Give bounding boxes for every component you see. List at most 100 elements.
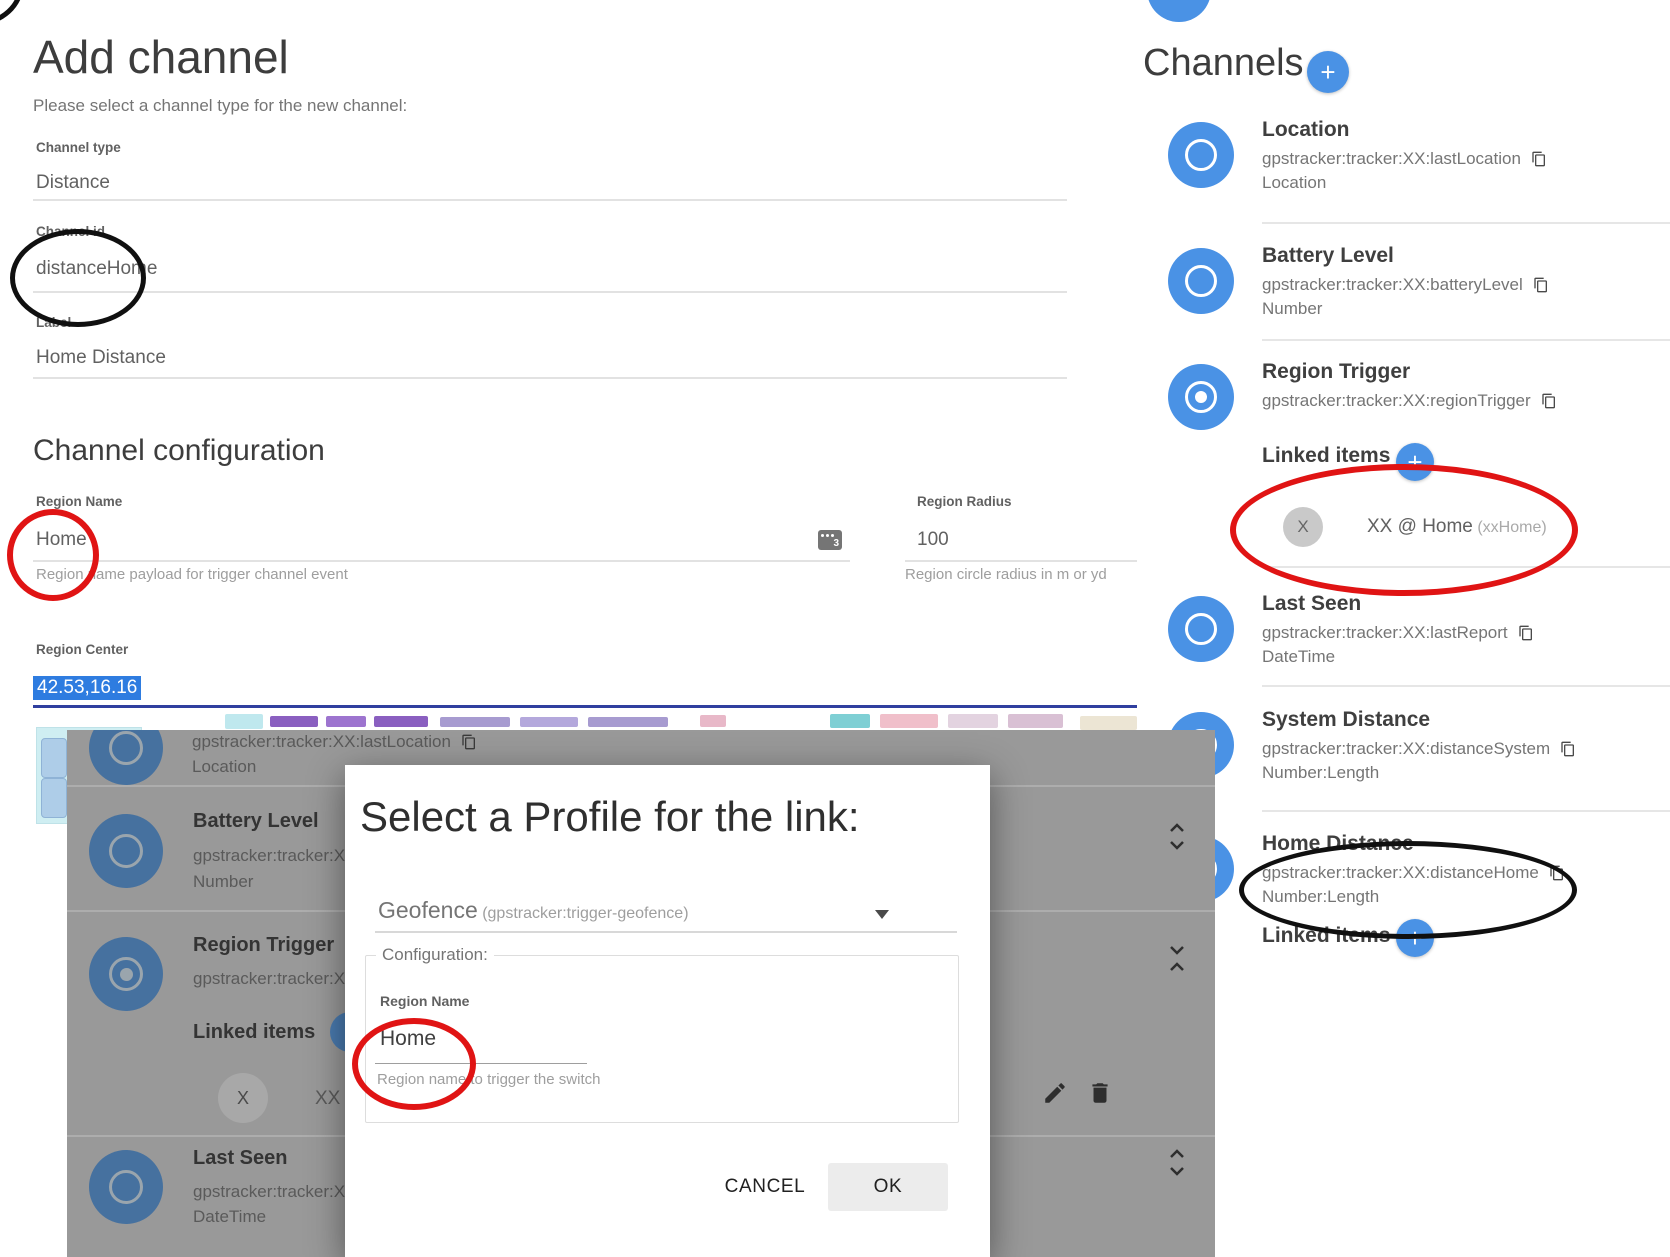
collapse-chevrons-icon [1168, 944, 1186, 976]
dialog-region-name-label: Region Name [380, 993, 469, 1009]
region-center-label: Region Center [36, 642, 128, 657]
channel-state-icon [89, 814, 163, 888]
channel-uid: gpstracker:tracker:XX:regionTrigger [1262, 391, 1531, 411]
linked-item-avatar[interactable]: X [1283, 507, 1323, 547]
channel-uid: gpstracker:tracker:XX:batteryLevel [1262, 275, 1523, 295]
channel-id-label: Channel id [36, 224, 105, 239]
copy-icon[interactable] [1549, 865, 1565, 881]
copy-icon [461, 734, 477, 750]
channel-type-underline [33, 199, 1067, 201]
delete-trash-icon [1087, 1080, 1113, 1106]
channel-type: Number:Length [1262, 887, 1565, 907]
channel-state-icon [1168, 596, 1234, 662]
region-center-focus-underline [33, 705, 1137, 708]
map-fragment [830, 714, 870, 728]
map-fragment [270, 716, 318, 727]
config-section-title: Channel configuration [33, 434, 325, 468]
dialog-region-name-helper: Region name to trigger the switch [377, 1071, 600, 1088]
map-fragment [948, 714, 998, 728]
numeric-keyboard-icon[interactable]: 3 [818, 530, 842, 550]
channel-trigger-icon [1168, 364, 1234, 430]
copy-icon[interactable] [1560, 741, 1576, 757]
channel-type: DateTime [193, 1207, 266, 1227]
channel-title: Home Distance [1262, 832, 1565, 856]
map-fragment [588, 717, 668, 727]
add-linked-item-button[interactable] [1396, 443, 1434, 481]
channel-title: Location [1262, 118, 1547, 142]
region-radius-input[interactable]: 100 [917, 529, 949, 551]
edit-pencil-icon [1042, 1080, 1068, 1106]
channel-row: Region Trigger gpstracker:tracker:XX:reg… [1168, 360, 1670, 430]
cancel-button[interactable]: CANCEL [715, 1165, 815, 1209]
copy-icon[interactable] [1541, 393, 1557, 409]
region-radius-underline [905, 560, 1137, 562]
map-fragment [1008, 714, 1063, 728]
profile-select-value: Geofence [378, 897, 478, 923]
channel-title: Last Seen [1262, 592, 1534, 616]
channel-uid: gpstracker:tracker:XX:lastReport [1262, 623, 1508, 643]
channel-uid: gpstracker:tracker:X [193, 846, 345, 866]
channel-uid: gpstracker:tracker:XX:lastLocation [192, 732, 451, 752]
profile-select[interactable]: Geofence (gpstracker:trigger-geofence) [378, 897, 689, 924]
fieldset-legend: Configuration: [376, 945, 494, 965]
linked-items-label: Linked items [1262, 444, 1390, 468]
channel-uid: gpstracker:tracker:XX:lastLocation [1262, 149, 1521, 169]
app-screen: Add channel Please select a channel type… [0, 0, 1670, 1257]
region-name-underline [33, 560, 850, 562]
channel-title: Battery Level [1262, 244, 1549, 268]
linked-items-label: Linked items [193, 1021, 315, 1044]
linked-item[interactable]: XX @ Home (xxHome) [1367, 516, 1547, 538]
profile-dialog: Select a Profile for the link: Geofence … [345, 765, 990, 1257]
cropped-avatar-circle [1147, 0, 1211, 22]
reorder-chevrons-icon [1168, 1148, 1186, 1180]
region-name-helper: Region name payload for trigger channel … [36, 566, 348, 583]
channel-trigger-icon [89, 937, 163, 1011]
label-label: Label [36, 315, 71, 330]
map-fragment [440, 717, 510, 727]
map-zoom-in-button [41, 738, 67, 778]
divider [1262, 685, 1670, 687]
divider [1262, 566, 1670, 568]
annotation-ellipse-region-name [7, 509, 99, 601]
dialog-region-name-input[interactable]: Home [380, 1027, 436, 1051]
region-radius-helper: Region circle radius in m or yd [905, 566, 1107, 583]
channel-type-label: Channel type [36, 140, 121, 155]
channel-type: Number [193, 872, 253, 892]
divider [1262, 339, 1670, 341]
copy-icon[interactable] [1531, 151, 1547, 167]
region-center-input[interactable]: 42.53,16.16 [33, 676, 141, 700]
reorder-chevrons-icon [1168, 822, 1186, 854]
channel-uid: gpstracker:tracker:X [193, 969, 345, 989]
channel-uid: gpstracker:tracker:XX:distanceHome [1262, 863, 1539, 883]
copy-icon[interactable] [1518, 625, 1534, 641]
channel-id-input[interactable]: distanceHome [36, 258, 157, 280]
channel-row: Home Distance gpstracker:tracker:XX:dist… [1168, 832, 1670, 907]
ok-button[interactable]: OK [828, 1163, 948, 1211]
profile-select-suffix: (gpstracker:trigger-geofence) [482, 905, 688, 922]
channel-type: Location [1262, 173, 1547, 193]
linked-item-label: XX @ Home [1367, 516, 1473, 537]
channel-title: System Distance [1262, 708, 1576, 732]
channel-state-icon [1168, 248, 1234, 314]
channel-type-input[interactable]: Distance [36, 172, 110, 194]
dropdown-arrow-icon[interactable] [875, 910, 889, 919]
channel-uid: gpstracker:tracker:XX:distanceSystem [1262, 739, 1550, 759]
add-linked-item-button[interactable] [1396, 919, 1434, 957]
dialog-title: Select a Profile for the link: [360, 793, 860, 841]
map-fragment [1080, 716, 1137, 730]
channel-type: Number:Length [1262, 763, 1576, 783]
label-underline [33, 377, 1067, 379]
region-name-input[interactable]: Home [36, 529, 87, 551]
channel-row: Battery Level gpstracker:tracker:XX:batt… [1168, 244, 1670, 319]
divider [1262, 810, 1670, 812]
linked-items-label: Linked items [1262, 924, 1390, 948]
channel-state-icon [89, 1150, 163, 1224]
channel-state-icon [1168, 122, 1234, 188]
map-fragment [520, 717, 578, 727]
channel-id-underline [33, 291, 1067, 293]
channel-row: System Distance gpstracker:tracker:XX:di… [1168, 708, 1670, 783]
linked-item-suffix: (xxHome) [1477, 519, 1546, 536]
add-channel-button[interactable] [1307, 51, 1349, 93]
copy-icon[interactable] [1533, 277, 1549, 293]
label-input[interactable]: Home Distance [36, 347, 166, 369]
